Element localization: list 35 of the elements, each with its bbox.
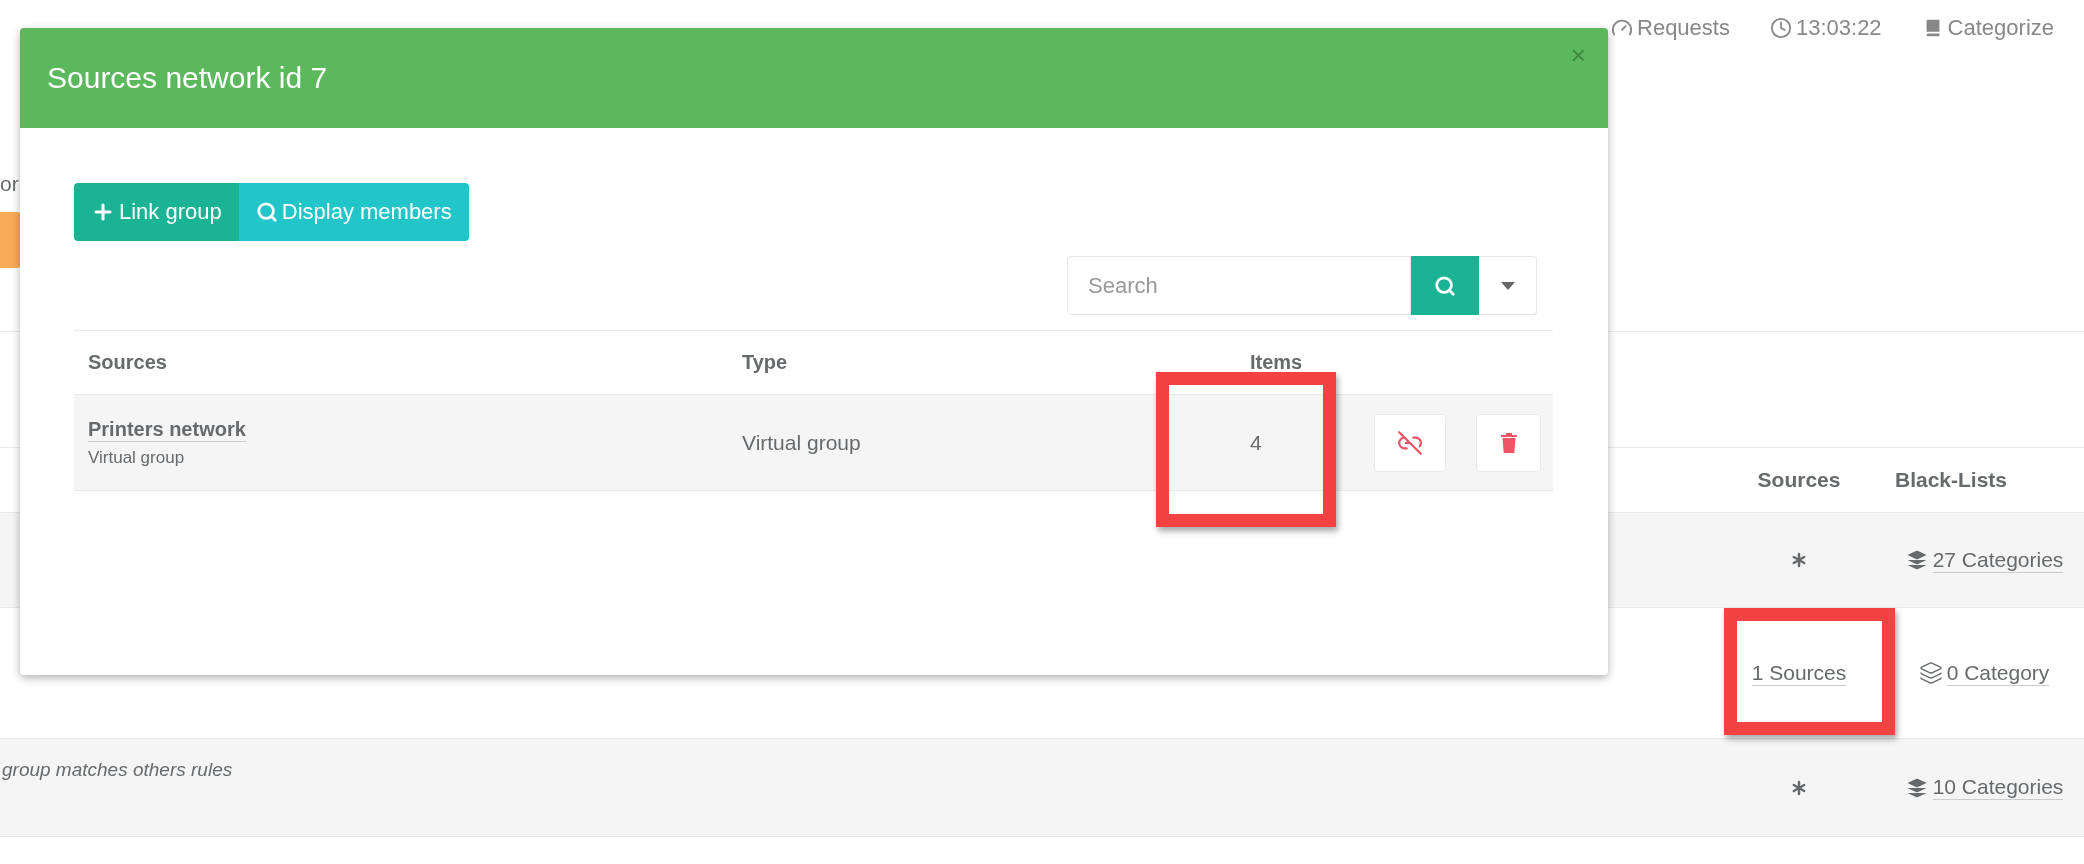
display-members-button[interactable]: Display members [238,183,469,241]
top-bar-link[interactable]: Requests [1611,15,1730,41]
type-cell-text: Virtual group [742,430,862,455]
source-subtitle: Virtual group [88,447,186,468]
categories-link[interactable]: 0 Category [1918,660,2050,686]
layers-icon [1918,661,1943,685]
categories-link[interactable]: 10 Categories [1904,775,2064,800]
categories-link[interactable]: 27 Categories [1904,547,2064,573]
search-icon [1434,274,1456,297]
source-link[interactable]: Printers network [88,417,246,442]
sources-link[interactable]: 1 Sources [1751,660,1847,686]
items-count: 4 [1250,430,1263,455]
layers-icon [1904,548,1929,572]
trash-icon [1499,431,1518,454]
search-icon [255,201,278,223]
clock-icon [1769,17,1792,39]
column-header: Type [741,350,789,375]
rule-description: group matches others rules [1,758,234,781]
link-group-button[interactable]: Link group [74,183,239,241]
modal-title: Sources network id 7 [47,61,328,95]
delete-button[interactable] [1476,413,1541,472]
search-field[interactable]: Search [1067,256,1411,315]
search-button[interactable] [1411,256,1479,315]
column-header: Items [1249,350,1304,375]
unlink-icon [1397,429,1423,456]
top-bar-link[interactable]: 13:03:22 [1769,15,1882,41]
column-header: Sources [87,350,168,375]
action-button[interactable] [0,212,20,268]
layers-icon [1904,775,1929,800]
page-text: or [0,172,20,196]
column-header: Black-Lists [1894,467,2009,493]
top-bar-link[interactable]: Categorize [1921,15,2054,41]
caret-icon [1500,281,1515,290]
unlink-button[interactable] [1374,413,1446,472]
column-header: Sources [1756,467,1842,493]
